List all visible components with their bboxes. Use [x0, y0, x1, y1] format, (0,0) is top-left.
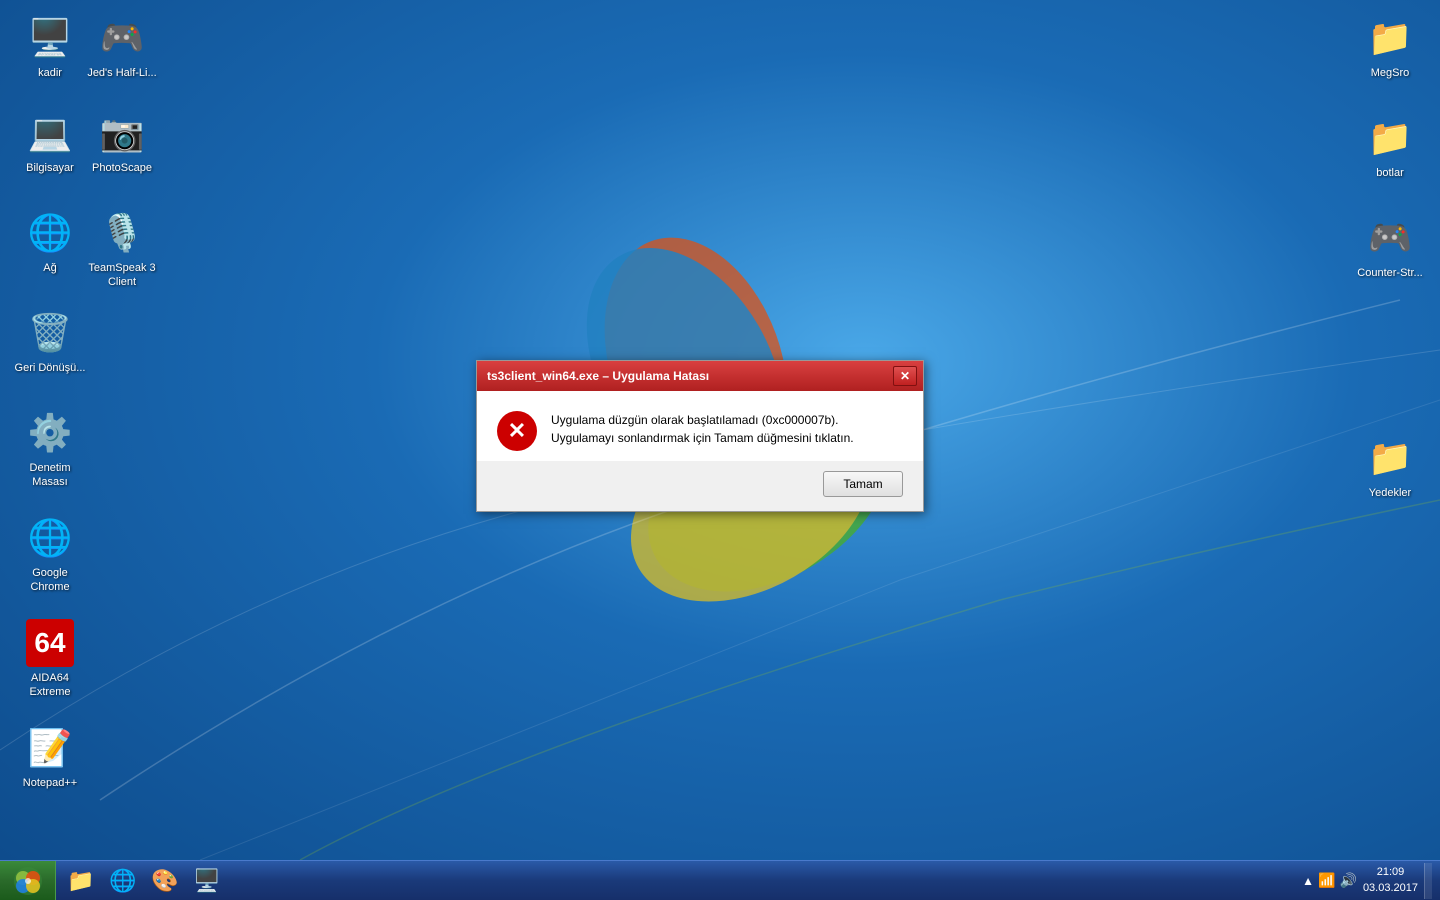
icon-bilgisayar-label: Bilgisayar: [26, 161, 74, 175]
dialog-body: ✕ Uygulama düzgün olarak başlatılamadı (…: [477, 391, 923, 461]
taskbar-clock: 21:09 03.03.2017: [1363, 865, 1418, 896]
icon-photoscape-label: PhotoScape: [92, 161, 152, 175]
icon-geri-donusum[interactable]: 🗑️ Geri Dönüşü...: [10, 305, 90, 379]
dialog-overlay: ts3client_win64.exe – Uygulama Hatası ✕ …: [0, 0, 1440, 900]
error-icon: ✕: [497, 411, 537, 451]
dialog-title: ts3client_win64.exe – Uygulama Hatası: [487, 369, 709, 383]
icon-megsro[interactable]: 📁 MegSro: [1350, 10, 1430, 84]
start-button[interactable]: [0, 861, 56, 900]
dialog-controls: ✕: [893, 366, 917, 386]
icon-teamspeak3-label: TeamSpeak 3 Client: [86, 261, 158, 290]
icon-counter-strike[interactable]: 🎮 Counter-Str...: [1350, 210, 1430, 284]
icon-notepadpp[interactable]: 📝 Notepad++: [10, 720, 90, 794]
start-orb-icon: [12, 865, 44, 897]
icon-google-chrome[interactable]: 🌐 Google Chrome: [10, 510, 90, 599]
icon-cs-label: Counter-Str...: [1357, 266, 1422, 280]
icon-yedekler[interactable]: 📁 Yedekler: [1350, 430, 1430, 504]
dialog-footer: Tamam: [477, 461, 923, 511]
dialog-close-button[interactable]: ✕: [893, 366, 917, 386]
taskbar-right: ▲ 📶 🔊 21:09 03.03.2017: [1294, 861, 1440, 900]
tray-arrow-icon[interactable]: ▲: [1302, 874, 1314, 888]
taskbar-item-chrome[interactable]: 🌐: [103, 863, 143, 899]
icon-jeds-half-life[interactable]: 🎮 Jed's Half-Li...: [82, 10, 162, 84]
taskbar-tray: ▲ 📶 🔊: [1302, 872, 1357, 889]
icon-botlar-label: botlar: [1376, 166, 1404, 180]
icon-photoscape[interactable]: 📷 PhotoScape: [82, 105, 162, 179]
icon-ag[interactable]: 🌐 Ağ: [10, 205, 90, 279]
error-dialog: ts3client_win64.exe – Uygulama Hatası ✕ …: [476, 360, 924, 512]
icon-jeds-label: Jed's Half-Li...: [87, 66, 156, 80]
volume-icon: 🔊: [1340, 872, 1357, 889]
clock-time: 21:09: [1363, 865, 1418, 880]
icon-botlar[interactable]: 📁 botlar: [1350, 110, 1430, 184]
dialog-message: Uygulama düzgün olarak başlatılamadı (0x…: [551, 411, 903, 447]
taskbar-item-paint[interactable]: 🎨: [145, 863, 185, 899]
icon-chrome-label: Google Chrome: [14, 566, 86, 595]
dialog-titlebar: ts3client_win64.exe – Uygulama Hatası ✕: [477, 361, 923, 391]
icon-notepadpp-label: Notepad++: [23, 776, 77, 790]
icon-yedekler-label: Yedekler: [1369, 486, 1411, 500]
taskbar-item-taskmanager[interactable]: 🖥️: [187, 863, 227, 899]
icon-kadir[interactable]: 🖥️ kadir: [10, 10, 90, 84]
icon-aida64-label: AIDA64 Extreme: [14, 671, 86, 700]
taskbar-item-explorer[interactable]: 📁: [61, 863, 101, 899]
icon-kadir-label: kadir: [38, 66, 62, 80]
show-desktop-button[interactable]: [1424, 863, 1432, 899]
icon-geri-label: Geri Dönüşü...: [15, 361, 86, 375]
icon-denetim-masasi[interactable]: ⚙️ Denetim Masası: [10, 405, 90, 494]
icon-teamspeak3[interactable]: 🎙️ TeamSpeak 3 Client: [82, 205, 162, 294]
taskbar-items: 📁 🌐 🎨 🖥️: [56, 861, 1294, 900]
icon-ag-label: Ağ: [43, 261, 56, 275]
icon-denetim-label: Denetim Masası: [14, 461, 86, 490]
dialog-ok-button[interactable]: Tamam: [823, 471, 903, 497]
icon-aida64[interactable]: 64 AIDA64 Extreme: [10, 615, 90, 704]
icon-megsro-label: MegSro: [1371, 66, 1410, 80]
clock-date: 03.03.2017: [1363, 881, 1418, 896]
icon-bilgisayar[interactable]: 💻 Bilgisayar: [10, 105, 90, 179]
network-icon: 📶: [1318, 872, 1335, 889]
desktop: 🖥️ kadir 🎮 Jed's Half-Li... 💻 Bilgisayar…: [0, 0, 1440, 900]
taskbar: 📁 🌐 🎨 🖥️ ▲ 📶 🔊 21:09 03.03.2017: [0, 860, 1440, 900]
